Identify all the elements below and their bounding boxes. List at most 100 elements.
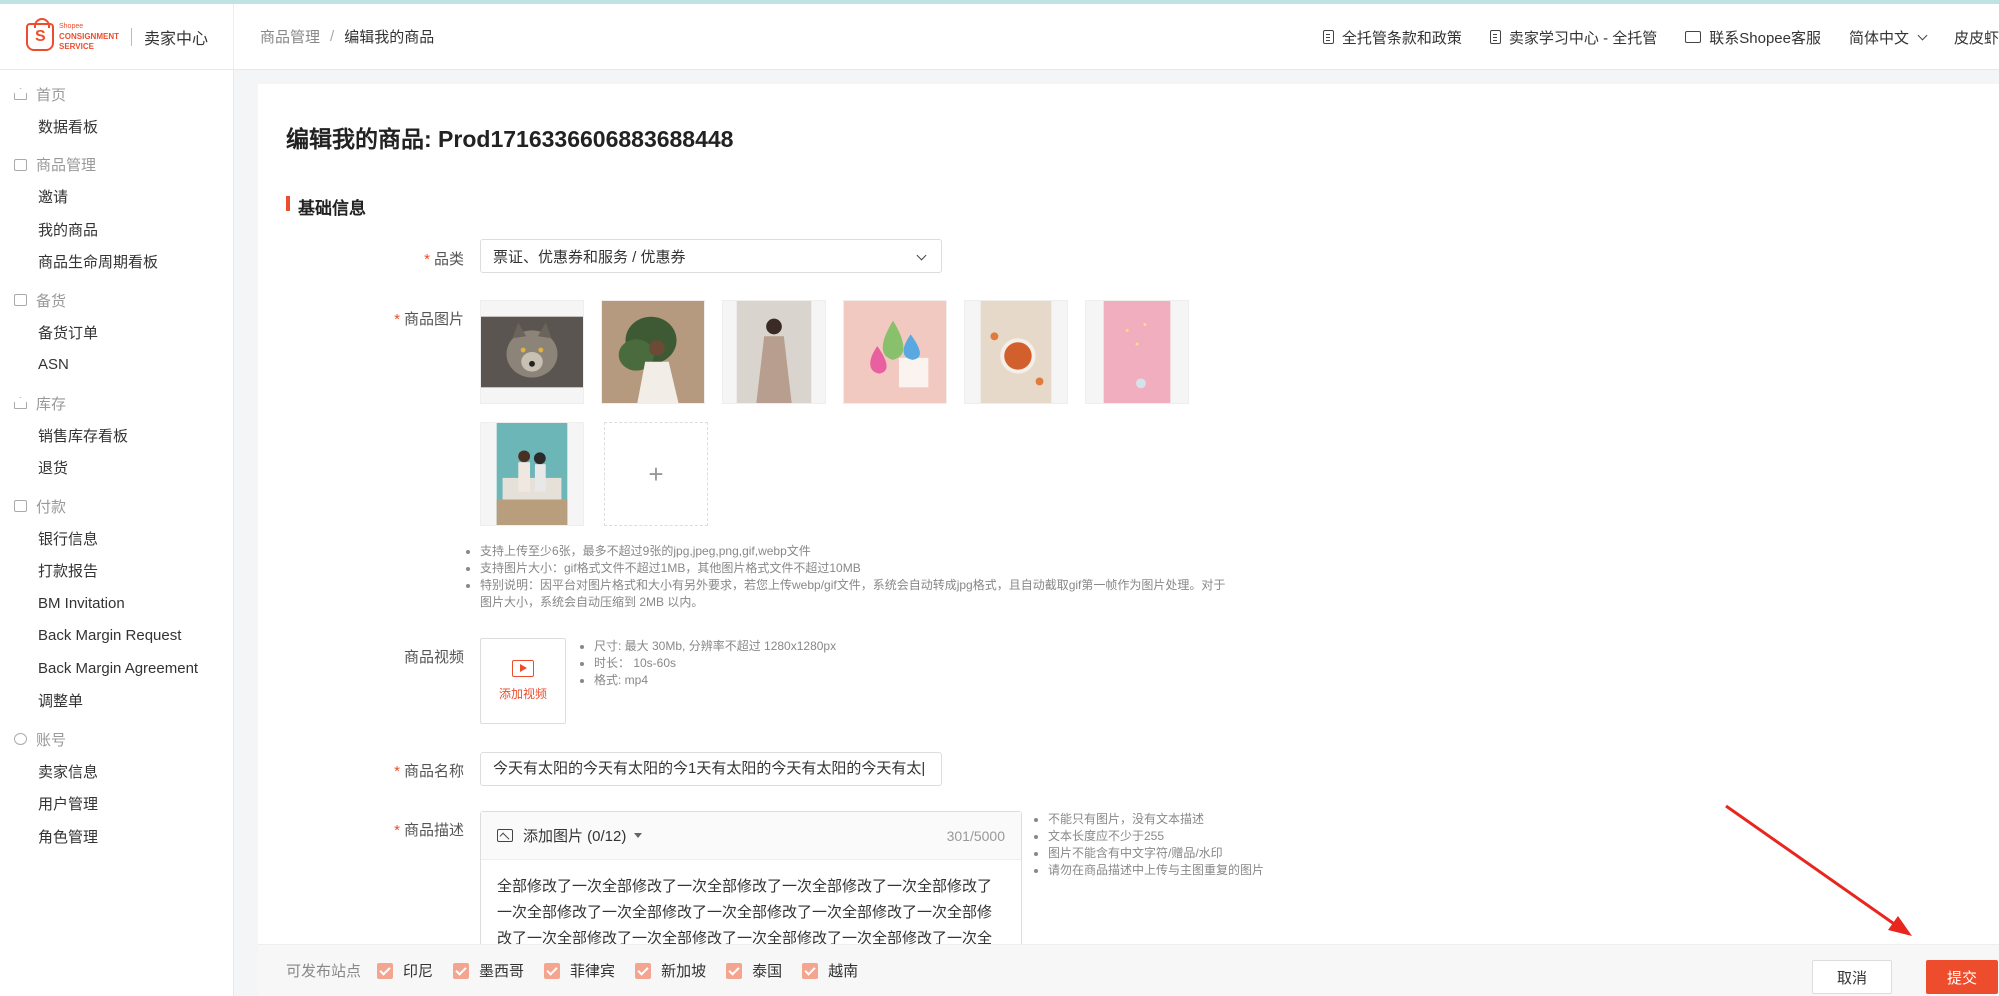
- product-image-thumb[interactable]: [843, 300, 947, 404]
- breadcrumb-parent[interactable]: 商品管理: [260, 26, 320, 47]
- support-link[interactable]: 联系Shopee客服: [1685, 27, 1821, 48]
- site-checkbox-singapore[interactable]: 新加坡: [635, 960, 706, 981]
- description-text[interactable]: 全部修改了一次全部修改了一次全部修改了一次全部修改了一次全部修改了一次全部修改了…: [481, 860, 1021, 944]
- editor-toolbar: 添加图片 (0/12) 301/5000: [481, 812, 1021, 860]
- video-label-text: 商品视频: [403, 649, 464, 666]
- site-label: 新加坡: [661, 963, 707, 980]
- image-tip: 支持上传至少6张，最多不超过9张的jpg,jpeg,png,gif,webp文件: [480, 543, 1226, 560]
- clipboard-icon: [14, 294, 27, 306]
- sidebar: 首页 数据看板 商品管理 邀请 我的商品 商品生命周期看板 备货 备货订单 AS…: [0, 70, 234, 996]
- sidebar-item-stock-orders[interactable]: 备货订单: [0, 316, 233, 349]
- breadcrumb-current: 编辑我的商品: [344, 29, 435, 46]
- wallet-icon: [14, 500, 27, 512]
- sidebar-item-payment-report[interactable]: 打款报告: [0, 555, 233, 588]
- sidebar-group-label: 备货: [36, 292, 67, 310]
- sidebar-item-bm-invitation[interactable]: BM Invitation: [0, 587, 233, 620]
- document-icon: [1489, 30, 1501, 44]
- brand-divider: [131, 27, 132, 46]
- checkbox-checked-icon: [453, 962, 470, 979]
- sidebar-item-lifecycle-dashboard[interactable]: 商品生命周期看板: [0, 246, 233, 279]
- required-mark: *: [394, 822, 400, 839]
- sidebar-item-seller-info[interactable]: 卖家信息: [0, 755, 233, 788]
- sidebar-item-adjustment[interactable]: 调整单: [0, 685, 233, 718]
- sidebar-item-returns[interactable]: 退货: [0, 452, 233, 485]
- breadcrumb: 商品管理 / 编辑我的商品: [234, 26, 434, 47]
- required-mark: *: [394, 763, 400, 780]
- required-mark: *: [394, 311, 400, 328]
- required-mark: *: [424, 251, 430, 268]
- product-image-thumb[interactable]: [480, 422, 584, 526]
- category-select[interactable]: 票证、优惠券和服务 / 优惠券: [480, 239, 942, 273]
- sidebar-item-user-management[interactable]: 用户管理: [0, 788, 233, 821]
- images-label: * 商品图片: [324, 308, 464, 329]
- user-menu[interactable]: 皮皮虾: [1954, 27, 1999, 48]
- images-label-text: 商品图片: [403, 311, 464, 328]
- section-title: 基础信息: [286, 194, 366, 219]
- site-checkbox-mexico[interactable]: 墨西哥: [453, 960, 524, 981]
- chevron-down-icon: [1917, 30, 1928, 40]
- brand[interactable]: Shopee CONSIGNMENT SERVICE 卖家中心: [0, 4, 234, 69]
- add-video-label: 添加视频: [498, 687, 547, 701]
- learning-center-link[interactable]: 卖家学习中心 - 全托管: [1489, 27, 1657, 48]
- sidebar-group-account: 账号: [0, 723, 233, 755]
- document-icon: [1322, 30, 1334, 44]
- top-right-links: 全托管条款和政策 卖家学习中心 - 全托管 联系Shopee客服 简体中文 皮皮…: [1322, 4, 1999, 70]
- video-tip: 尺寸: 最大 30Mb, 分辨率不超过 1280x1280px: [594, 638, 1080, 655]
- sidebar-item-invitation[interactable]: 邀请: [0, 181, 233, 214]
- product-image-thumb[interactable]: [964, 300, 1068, 404]
- checkbox-checked-icon: [635, 962, 652, 979]
- description-tip: 不能只有图片，没有文本描述: [1048, 811, 1454, 828]
- food-bowl-photo: [980, 301, 1052, 403]
- sidebar-item-my-products[interactable]: 我的商品: [0, 213, 233, 246]
- site-checkbox-philippines[interactable]: 菲律宾: [544, 960, 615, 981]
- product-image-thumb[interactable]: [722, 300, 826, 404]
- sidebar-item-back-margin-request[interactable]: Back Margin Request: [0, 620, 233, 653]
- woman-with-monstera-photo: [602, 301, 704, 403]
- user-name: 皮皮虾: [1953, 29, 1999, 47]
- language-selector[interactable]: 简体中文: [1848, 27, 1928, 48]
- sidebar-item-role-management[interactable]: 角色管理: [0, 820, 233, 853]
- image-tips: 支持上传至少6张，最多不超过9张的jpg,jpeg,png,gif,webp文件…: [466, 543, 1226, 611]
- wolf-photo: [481, 316, 583, 388]
- pink-background-photo: [1103, 301, 1171, 403]
- caret-down-icon[interactable]: [634, 833, 643, 838]
- add-video-button[interactable]: 添加视频: [480, 638, 566, 724]
- sidebar-item-sales-inventory[interactable]: 销售库存看板: [0, 419, 233, 452]
- product-image-thumb[interactable]: [1085, 300, 1189, 404]
- checkbox-checked-icon: [544, 962, 561, 979]
- site-checkbox-thailand[interactable]: 泰国: [726, 960, 782, 981]
- sidebar-group-label: 首页: [36, 86, 67, 104]
- add-description-image-button[interactable]: 添加图片 (0/12): [523, 825, 626, 846]
- product-image-thumb[interactable]: [601, 300, 705, 404]
- cancel-button[interactable]: 取消: [1812, 960, 1892, 994]
- logo-line-2: CONSIGNMENT: [59, 31, 119, 41]
- couple-on-car-photo: [496, 423, 568, 525]
- edit-product-card: 编辑我的商品: Prod1716336606883688448 基础信息 * 品类…: [258, 84, 1999, 944]
- sidebar-item-back-margin-agreement[interactable]: Back Margin Agreement: [0, 652, 233, 685]
- image-tip: 特别说明：因平台对图片格式和大小有另外要求，若您上传webp/gif文件，系统会…: [480, 577, 1226, 611]
- product-name-input[interactable]: 今天有太阳的今天有太阳的今1天有太阳的今天有太阳的今天有太|: [480, 752, 942, 786]
- checkbox-checked-icon: [726, 962, 743, 979]
- sidebar-group-label: 库存: [36, 395, 67, 413]
- description-tip: 图片不能含有中文字符/赠品/水印: [1048, 845, 1454, 862]
- sidebar-item-dashboard[interactable]: 数据看板: [0, 110, 233, 143]
- add-image-symbol: +: [648, 458, 664, 489]
- chevron-down-icon: [916, 250, 927, 261]
- site-checkbox-indonesia[interactable]: 印尼: [377, 960, 433, 981]
- brand-logo-text: Shopee CONSIGNMENT SERVICE: [59, 22, 119, 52]
- add-image-button[interactable]: +: [604, 422, 708, 526]
- description-tip: 请勿在商品描述中上传与主图重复的图片: [1048, 862, 1454, 879]
- sidebar-item-bank-info[interactable]: 银行信息: [0, 522, 233, 555]
- sidebar-group-label: 商品管理: [36, 157, 97, 174]
- product-image-thumb[interactable]: [480, 300, 584, 404]
- site-checkbox-vietnam[interactable]: 越南: [802, 960, 858, 981]
- product-description-editor[interactable]: 添加图片 (0/12) 301/5000 全部修改了一次全部修改了一次全部修改了…: [480, 811, 1022, 944]
- description-tips: 不能只有图片，没有文本描述 文本长度应不少于255 图片不能含有中文字符/赠品/…: [1034, 811, 1454, 879]
- language-label: 简体中文: [1848, 29, 1909, 47]
- terms-link[interactable]: 全托管条款和政策: [1322, 27, 1462, 48]
- submit-button[interactable]: 提交: [1926, 960, 1998, 994]
- shopee-bag-logo-icon: [26, 17, 54, 51]
- sidebar-item-asn[interactable]: ASN: [0, 349, 233, 382]
- product-description-label-text: 商品描述: [403, 822, 464, 839]
- video-tips: 尺寸: 最大 30Mb, 分辨率不超过 1280x1280px 时长： 10s-…: [580, 638, 1080, 689]
